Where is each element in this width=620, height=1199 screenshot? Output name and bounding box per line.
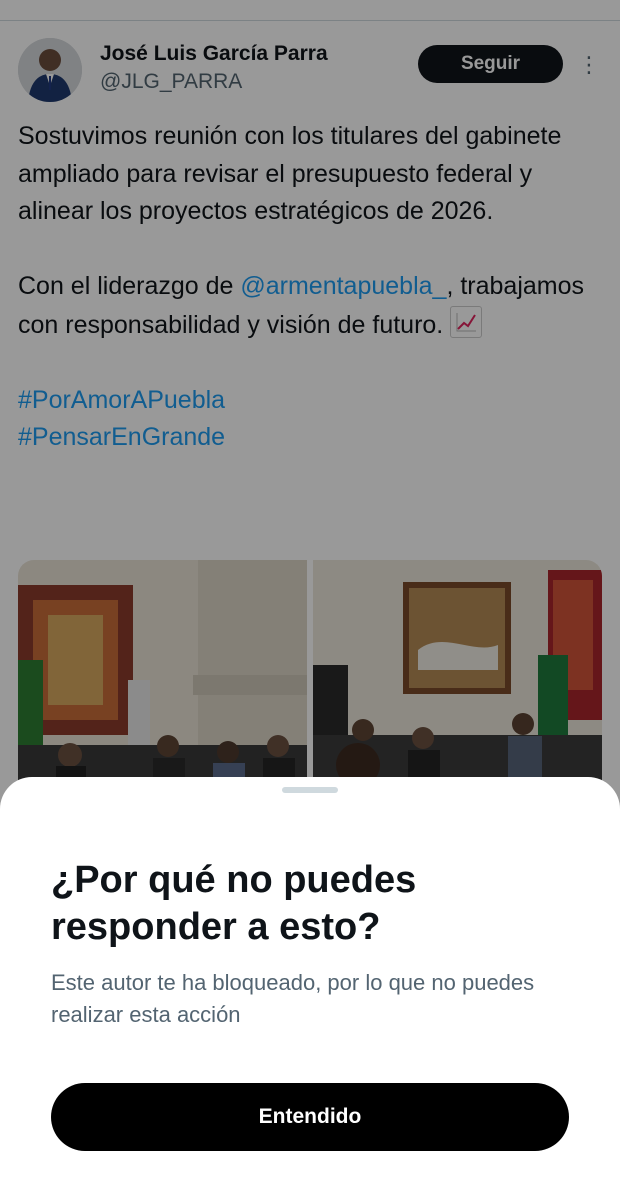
blocked-reply-sheet: ¿Por qué no puedes responder a esto? Est… <box>0 777 620 1199</box>
sheet-drag-handle[interactable] <box>282 787 338 793</box>
understood-button[interactable]: Entendido <box>51 1083 569 1151</box>
sheet-title: ¿Por qué no puedes responder a esto? <box>51 859 417 948</box>
sheet-message: Este autor te ha bloqueado, por lo que n… <box>51 970 535 1027</box>
